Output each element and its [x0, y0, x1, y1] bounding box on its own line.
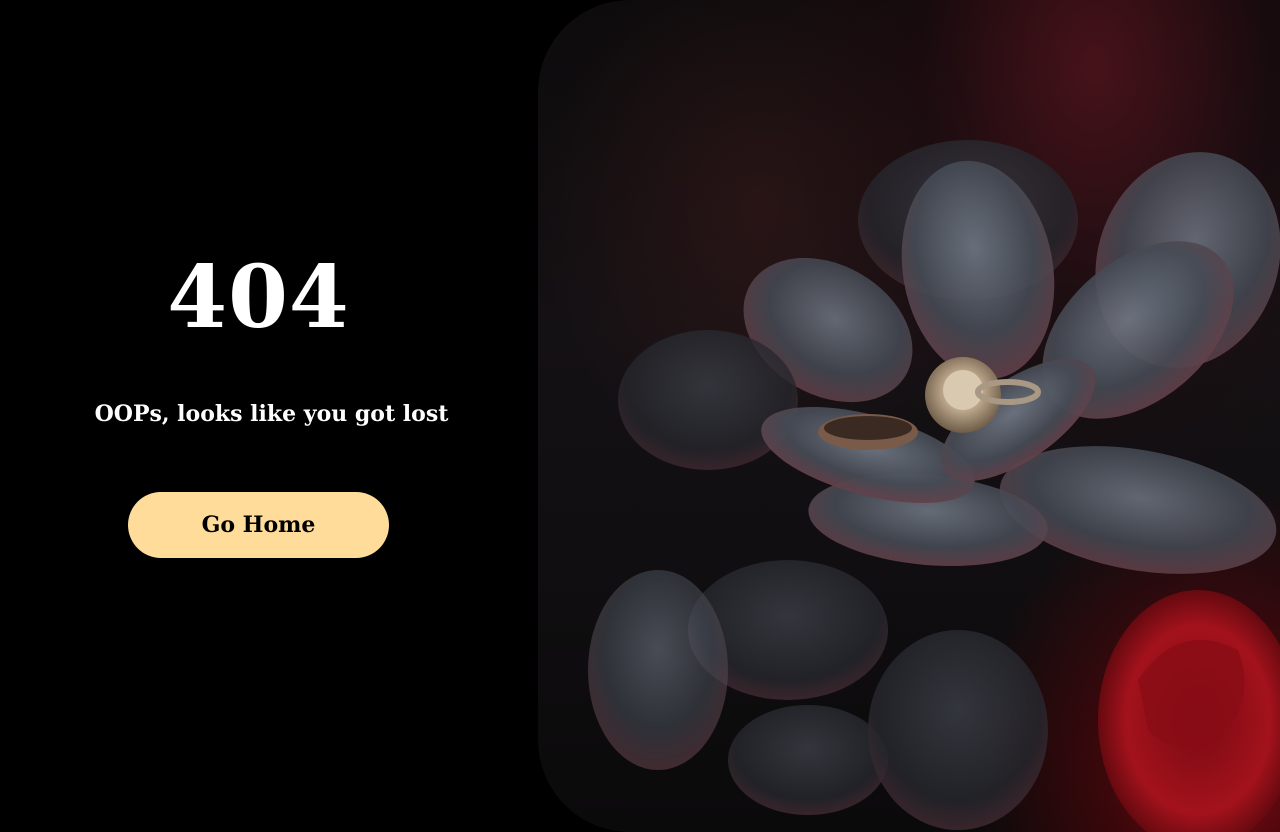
error-code: 404: [167, 247, 350, 348]
not-found-page: 404 OOPs, looks like you got lost Go Hom…: [0, 0, 1280, 832]
hero-photo: [538, 0, 1280, 832]
go-home-button[interactable]: Go Home: [128, 492, 389, 558]
error-content: 404 OOPs, looks like you got lost Go Hom…: [0, 0, 538, 832]
succulent-rings-illustration: [588, 140, 1280, 832]
error-message: OOPs, looks like you got lost: [94, 401, 449, 427]
